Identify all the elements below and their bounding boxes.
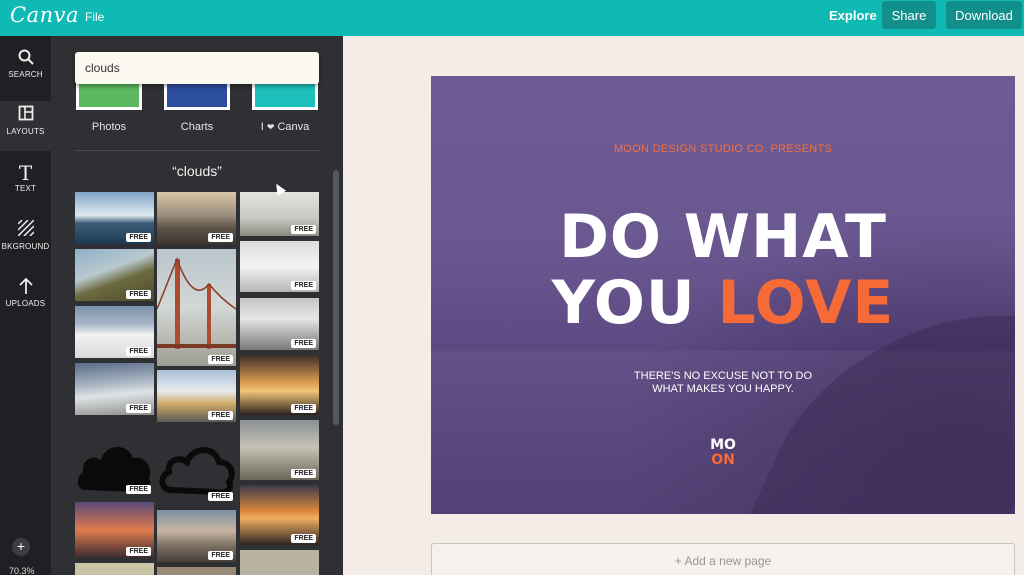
top-bar: Canva File Explore Share Download <box>0 0 1024 36</box>
left-rail: SEARCH LAYOUTS T TEXT BKGROUND UPLOADS +… <box>0 36 51 575</box>
category-love-canva[interactable]: I ❤ Canva <box>235 121 335 133</box>
search-box[interactable] <box>75 52 319 84</box>
search-input[interactable] <box>85 60 305 76</box>
results-title: “clouds” <box>172 163 222 179</box>
download-button[interactable]: Download <box>946 1 1022 29</box>
category-photos[interactable]: Photos <box>59 121 159 133</box>
explore-link[interactable]: Explore <box>829 8 877 23</box>
tagline-line1: THERE'S NO EXCUSE NOT TO DO <box>633 370 813 382</box>
headline-love: LOVE <box>717 268 895 338</box>
zoom-level[interactable]: 70.3% <box>9 566 35 575</box>
divider <box>75 150 319 151</box>
category-charts[interactable]: Charts <box>147 121 247 133</box>
image-result[interactable]: FREE <box>75 363 154 415</box>
search-icon <box>0 48 51 70</box>
free-badge: FREE <box>208 492 233 501</box>
image-result[interactable]: FREE <box>75 502 154 558</box>
bridge-image <box>157 256 236 349</box>
presents-text[interactable]: MOON DESIGN STUDIO CO. PRESENTS <box>431 143 1015 155</box>
rail-item-search[interactable]: SEARCH <box>0 44 51 94</box>
free-badge: FREE <box>208 355 233 364</box>
text-icon: T <box>18 161 33 185</box>
share-button[interactable]: Share <box>882 1 936 29</box>
file-menu[interactable]: File <box>85 10 104 24</box>
rail-item-layouts[interactable]: LAYOUTS <box>0 101 51 151</box>
free-badge: FREE <box>126 547 151 556</box>
background-icon <box>0 219 51 242</box>
category-label-post: Canva <box>277 121 310 133</box>
image-result[interactable]: FREE <box>240 420 319 480</box>
image-result[interactable]: FREE <box>157 249 236 366</box>
image-result[interactable]: FREE <box>240 355 319 415</box>
free-badge: FREE <box>291 534 316 543</box>
rail-item-text[interactable]: T TEXT <box>0 158 51 208</box>
rail-item-uploads[interactable]: UPLOADS <box>0 273 51 323</box>
free-badge: FREE <box>208 233 233 242</box>
headline-line2: YOU LOVE <box>431 270 1015 336</box>
tagline-line2: WHAT MAKES YOU HAPPY. <box>652 383 794 395</box>
category-label-pre: I <box>260 121 264 133</box>
rail-label: LAYOUTS <box>6 127 45 136</box>
free-badge: FREE <box>126 485 151 494</box>
moon-logo[interactable]: MO ON <box>431 438 1015 468</box>
rail-label: TEXT <box>14 184 37 193</box>
image-result[interactable]: FREE <box>240 241 319 292</box>
add-new-page-button[interactable]: + Add a new page <box>431 543 1015 575</box>
rail-label: UPLOADS <box>5 299 46 308</box>
image-result[interactable]: FREE <box>75 192 154 244</box>
image-result[interactable]: FREE <box>157 510 236 562</box>
upload-icon <box>0 277 51 299</box>
image-results-grid: FREE FREE FREE FREE FREE FREE FREE FREE … <box>75 192 319 575</box>
headline-you: YOU <box>551 268 696 338</box>
layouts-icon <box>0 105 51 127</box>
free-badge: FREE <box>291 469 316 478</box>
free-badge: FREE <box>208 411 233 420</box>
search-panel: Photos Charts I ❤ Canva “clouds” FREE FR… <box>51 36 343 575</box>
free-badge: FREE <box>126 347 151 356</box>
tagline[interactable]: THERE'S NO EXCUSE NOT TO DO WHAT MAKES Y… <box>431 370 1015 396</box>
rail-item-background[interactable]: BKGROUND <box>0 216 51 266</box>
image-result[interactable]: FREE <box>240 485 319 545</box>
headline[interactable]: DO WHAT YOU LOVE <box>431 204 1015 336</box>
image-result[interactable]: FREE <box>157 430 236 503</box>
canva-logo[interactable]: Canva <box>10 3 79 27</box>
rail-label: SEARCH <box>8 70 43 79</box>
free-badge: FREE <box>291 281 316 290</box>
free-badge: FREE <box>126 404 151 413</box>
free-badge: FREE <box>291 339 316 348</box>
logo-on: ON <box>711 452 735 468</box>
free-badge: FREE <box>291 225 316 234</box>
image-result[interactable]: FREE <box>157 192 236 244</box>
image-result[interactable]: FREE <box>157 370 236 422</box>
image-result[interactable] <box>157 567 236 575</box>
free-badge: FREE <box>126 290 151 299</box>
logo-mo: MO <box>710 437 736 453</box>
image-result[interactable] <box>75 563 154 575</box>
heart-icon: ❤ <box>266 122 275 132</box>
rail-label: BKGROUND <box>1 242 50 251</box>
free-badge: FREE <box>208 551 233 560</box>
panel-scrollbar[interactable] <box>333 170 339 425</box>
free-badge: FREE <box>291 404 316 413</box>
image-result[interactable] <box>240 550 319 575</box>
headline-line1: DO WHAT <box>559 202 887 272</box>
image-result[interactable]: FREE <box>240 192 319 236</box>
image-result[interactable]: FREE <box>75 306 154 358</box>
image-result[interactable]: FREE <box>240 298 319 350</box>
free-badge: FREE <box>126 233 151 242</box>
add-icon[interactable]: + <box>12 538 30 556</box>
image-result[interactable]: FREE <box>75 249 154 301</box>
design-page[interactable]: MOON DESIGN STUDIO CO. PRESENTS DO WHAT … <box>431 76 1015 514</box>
image-result[interactable]: FREE <box>75 430 154 496</box>
